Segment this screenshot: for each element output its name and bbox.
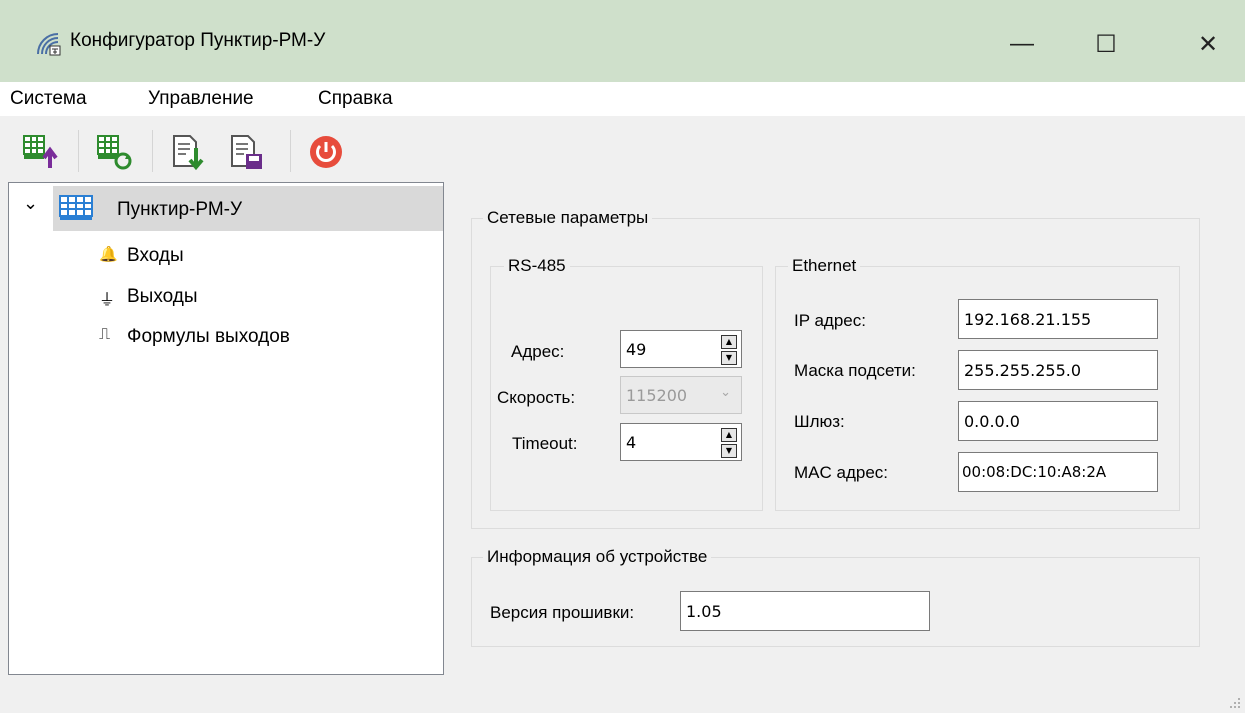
minimize-icon: —: [1010, 30, 1034, 57]
tree-root-device[interactable]: Пунктир-РМ-У: [53, 186, 443, 231]
ethernet-title: Ethernet: [788, 256, 861, 276]
timeout-spinbox[interactable]: 4 ▲ ▼: [620, 423, 742, 461]
resize-grip-icon[interactable]: [1229, 697, 1241, 709]
mac-label: MAC адрес:: [794, 463, 889, 482]
ip-address-input[interactable]: 192.168.21.155: [958, 299, 1158, 339]
menu-control[interactable]: Управление: [148, 88, 254, 110]
gateway-label: Шлюз:: [794, 412, 845, 431]
timeout-label: Timeout:: [512, 434, 578, 453]
menu-bar: Система Управление Справка: [0, 82, 1245, 116]
spin-up-icon[interactable]: ▲: [721, 335, 737, 349]
power-icon[interactable]: [306, 132, 346, 172]
gateway-input[interactable]: 0.0.0.0: [958, 401, 1158, 441]
app-radio-icon: [37, 33, 61, 56]
tree-item-label: Формулы выходов: [127, 326, 290, 347]
address-value: 49: [626, 340, 647, 359]
mask-label: Маска подсети:: [794, 361, 916, 380]
address-spinbox[interactable]: 49 ▲ ▼: [620, 330, 742, 368]
ip-label: IP адрес:: [794, 311, 866, 330]
network-params-title: Сетевые параметры: [483, 208, 653, 228]
toolbar-separator: [152, 130, 153, 172]
menu-help[interactable]: Справка: [318, 88, 393, 110]
outputs-icon: ⏚: [99, 292, 116, 309]
pulse-icon: ⎍: [99, 326, 111, 343]
speed-value: 115200: [626, 386, 688, 405]
address-label: Адрес:: [511, 342, 565, 361]
spin-buttons[interactable]: ▲ ▼: [721, 428, 737, 458]
device-info-title: Информация об устройстве: [483, 547, 712, 567]
import-config-icon[interactable]: [168, 132, 208, 172]
tree-item-label: Выходы: [127, 286, 198, 307]
upload-to-device-icon[interactable]: [20, 132, 60, 172]
bell-icon: 🔔: [99, 246, 118, 263]
device-grid-icon: [59, 195, 93, 220]
firmware-version-input[interactable]: 1.05: [680, 591, 930, 631]
rs485-title: RS-485: [504, 256, 570, 276]
toolbar-separator: [290, 130, 291, 172]
subnet-mask-input[interactable]: 255.255.255.0: [958, 350, 1158, 390]
timeout-value: 4: [626, 433, 637, 452]
title-bar: Конфигуратор Пунктир-РМ-У — ☐ ✕: [0, 0, 1245, 82]
speed-combobox: 115200 ⌄: [620, 376, 742, 414]
sync-device-icon[interactable]: [94, 132, 134, 172]
minimize-button[interactable]: —: [992, 22, 1052, 66]
save-config-icon[interactable]: [226, 132, 266, 172]
menu-system[interactable]: Система: [10, 88, 87, 110]
device-tree: ⌄ Пунктир-РМ-У 🔔 Входы ⏚ Выходы ⎍ Формул…: [8, 182, 444, 675]
close-icon: ✕: [1197, 30, 1219, 58]
tree-item-label: Входы: [127, 245, 184, 266]
chevron-down-icon[interactable]: ⌄: [23, 193, 38, 214]
tree-root-label: Пунктир-РМ-У: [117, 199, 243, 220]
window-title: Конфигуратор Пунктир-РМ-У: [70, 30, 326, 51]
spin-buttons[interactable]: ▲ ▼: [721, 335, 737, 365]
toolbar-separator: [78, 130, 79, 172]
chevron-down-icon: ⌄: [720, 385, 731, 400]
speed-label: Скорость:: [497, 388, 576, 407]
maximize-icon: ☐: [1095, 30, 1117, 58]
close-button[interactable]: ✕: [1178, 22, 1238, 66]
mac-address-input[interactable]: 00:08:DC:10:A8:2A: [958, 452, 1158, 492]
spin-down-icon[interactable]: ▼: [721, 444, 737, 458]
spin-down-icon[interactable]: ▼: [721, 351, 737, 365]
firmware-label: Версия прошивки:: [490, 603, 635, 622]
spin-up-icon[interactable]: ▲: [721, 428, 737, 442]
maximize-button[interactable]: ☐: [1076, 22, 1136, 66]
toolbar: [0, 116, 1245, 182]
